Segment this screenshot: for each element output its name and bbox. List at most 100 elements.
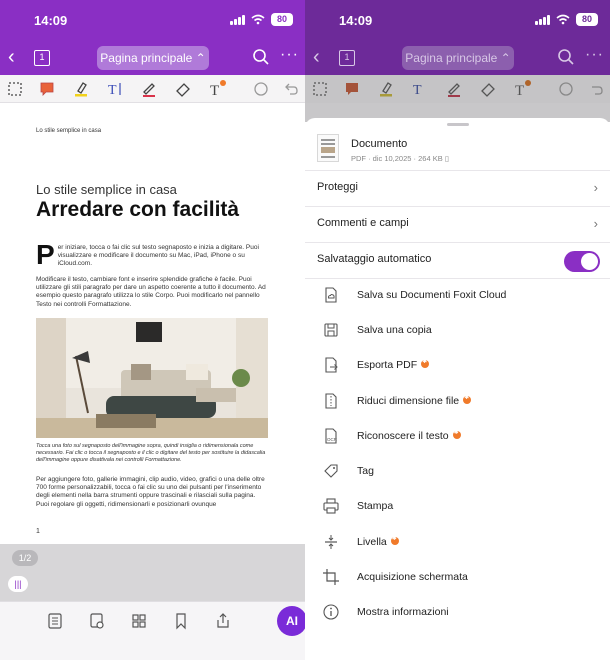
file-thumbnail xyxy=(317,134,339,162)
svg-text:T: T xyxy=(515,83,524,98)
doc-subtitle: Lo stile semplice in casa xyxy=(36,182,177,197)
page-thumbnail-icon[interactable]: 1 xyxy=(34,50,50,66)
menu-item-save-copy[interactable]: Salva una copia xyxy=(305,313,610,348)
share-icon[interactable] xyxy=(214,612,232,630)
sheet-grabber[interactable] xyxy=(447,123,469,126)
list-icon[interactable] xyxy=(46,612,64,630)
typewriter-icon: T xyxy=(515,80,531,98)
ai-assistant-button[interactable]: AI xyxy=(277,606,305,636)
grid-icon[interactable] xyxy=(130,612,148,630)
document-view: 14:09 80 ‹ 1 Pagina principale ⌃ ··· T T… xyxy=(0,0,305,660)
body-paragraph: Modificare il testo, cambiare font e ins… xyxy=(36,276,266,308)
menu-item-recognize-text[interactable]: OCR Riconoscere il testo xyxy=(305,419,610,454)
pdf-page[interactable]: Lo stile semplice in casa Lo stile sempl… xyxy=(0,112,305,544)
typewriter-icon[interactable]: T xyxy=(208,80,226,98)
autosave-row: Salvataggio automatico xyxy=(305,243,610,278)
shape-circle-icon[interactable] xyxy=(252,80,270,98)
premium-badge-icon xyxy=(463,394,472,404)
protect-row[interactable]: Proteggi › xyxy=(305,171,610,206)
premium-badge-icon xyxy=(421,358,430,368)
menu-item-reduce-size[interactable]: Riduci dimensione file xyxy=(305,384,610,419)
search-icon xyxy=(558,49,574,65)
svg-text:T: T xyxy=(210,83,219,98)
nav-bar: ‹ 1 Pagina principale ⌃ ··· xyxy=(0,44,305,72)
page-selector-button: Pagina principale ⌃ xyxy=(402,46,514,70)
text-edit-icon: T xyxy=(413,83,422,98)
ocr-icon: OCR xyxy=(325,428,338,444)
file-meta: PDF · dic 10,2025 · 264 KB ▯ xyxy=(351,154,449,163)
info-icon xyxy=(323,604,339,620)
select-area-icon[interactable] xyxy=(6,80,24,98)
device-icon: ▯ xyxy=(444,154,449,163)
compress-file-icon xyxy=(325,393,337,409)
flatten-icon xyxy=(325,535,337,549)
dimmed-toolbar: T T xyxy=(305,75,610,103)
bookmark-icon[interactable] xyxy=(172,612,190,630)
signal-icon xyxy=(230,14,245,25)
tag-icon xyxy=(324,464,338,478)
premium-badge-icon xyxy=(390,535,399,545)
eraser-icon[interactable] xyxy=(174,80,192,98)
back-icon: ‹ xyxy=(313,46,320,68)
premium-badge-icon xyxy=(452,429,461,439)
file-name: Documento xyxy=(351,138,408,150)
crop-icon xyxy=(323,569,339,585)
dimmed-header: 14:09 80 ‹ 1 Pagina principale ⌃ ··· xyxy=(305,0,610,75)
page-header: Lo stile semplice in casa xyxy=(36,128,102,134)
scroll-handle[interactable]: ||| xyxy=(8,576,28,592)
wifi-icon xyxy=(251,14,265,25)
export-pdf-icon xyxy=(325,357,338,373)
file-info-row: Documento PDF · dic 10,2025 · 264 KB ▯ xyxy=(305,132,610,172)
menu-item-tag[interactable]: Tag xyxy=(305,454,610,489)
undo-icon xyxy=(592,86,603,95)
svg-text:T: T xyxy=(413,83,422,98)
highlighter-icon xyxy=(380,82,392,97)
bottom-toolbar: AI xyxy=(0,601,305,660)
comment-icon xyxy=(346,83,358,95)
search-icon[interactable] xyxy=(252,48,270,66)
pen-icon[interactable] xyxy=(140,80,158,98)
back-icon[interactable]: ‹ xyxy=(8,47,15,67)
comments-fields-row[interactable]: Commenti e campi › xyxy=(305,207,610,242)
chevron-right-icon: › xyxy=(593,180,598,195)
annotation-toolbar: T T xyxy=(0,75,305,103)
menu-item-save-cloud[interactable]: Salva su Documenti Foxit Cloud xyxy=(305,278,610,313)
pen-icon xyxy=(448,83,460,97)
interior-photo xyxy=(36,318,268,438)
wifi-icon xyxy=(556,14,570,25)
signal-icon xyxy=(535,14,550,25)
comment-icon[interactable] xyxy=(38,80,56,98)
intro-paragraph: Per iniziare, tocca o fai clic sul testo… xyxy=(36,239,259,270)
save-copy-icon xyxy=(324,323,338,337)
print-icon xyxy=(323,498,339,514)
screen-root: 14:09 80 ‹ 1 Pagina principale ⌃ ··· T T… xyxy=(0,0,610,660)
status-bar: 14:09 80 xyxy=(0,10,305,30)
photo-caption: Tocca una foto sul segnaposto dell'immag… xyxy=(36,443,266,463)
menu-item-flatten[interactable]: Livella xyxy=(305,525,610,560)
menu-item-print[interactable]: Stampa xyxy=(305,489,610,524)
file-options-sheet: Documento PDF · dic 10,2025 · 264 KB ▯ P… xyxy=(305,118,610,660)
file-menu-view: 14:09 80 ‹ 1 Pagina principale ⌃ ··· T T… xyxy=(305,0,610,660)
page-gutter: 1/2 ||| xyxy=(0,544,305,601)
text-edit-icon[interactable]: T xyxy=(106,80,124,98)
app-header: 14:09 80 ‹ 1 Pagina principale ⌃ ··· xyxy=(0,0,305,75)
dropcap: P xyxy=(36,239,55,270)
read-mode-icon[interactable] xyxy=(88,612,106,630)
menu-item-show-info[interactable]: Mostra informazioni xyxy=(305,595,610,630)
battery-indicator: 80 xyxy=(576,13,598,26)
menu-item-screenshot[interactable]: Acquisizione schermata xyxy=(305,560,610,595)
highlighter-icon[interactable] xyxy=(72,80,90,98)
page-indicator: 1/2 xyxy=(12,550,38,566)
more-options-icon[interactable]: ··· xyxy=(280,46,299,64)
page-selector-button[interactable]: Pagina principale ⌃ xyxy=(97,46,209,70)
undo-icon[interactable] xyxy=(282,80,300,98)
autosave-toggle[interactable] xyxy=(564,251,600,272)
status-time: 14:09 xyxy=(34,13,68,28)
closing-paragraph: Per aggiungere foto, gallerie immagini, … xyxy=(36,476,265,508)
menu-item-export-pdf[interactable]: Esporta PDF xyxy=(305,348,610,383)
page-thumbnail-icon: 1 xyxy=(339,50,355,66)
shape-circle-icon xyxy=(559,82,573,96)
svg-text:T: T xyxy=(108,83,117,98)
more-options-icon: ··· xyxy=(585,46,604,63)
select-area-icon xyxy=(313,82,327,96)
